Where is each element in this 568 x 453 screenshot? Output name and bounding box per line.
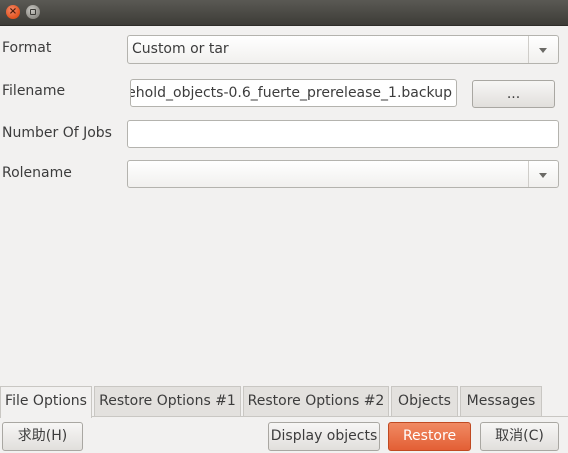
filename-field[interactable]: sehold_objects-0.6_fuerte_prerelease_1.b… bbox=[130, 79, 457, 107]
filename-value: sehold_objects-0.6_fuerte_prerelease_1.b… bbox=[130, 85, 452, 101]
rolename-label: Rolename bbox=[2, 165, 72, 181]
cancel-button[interactable]: 取消(C) bbox=[480, 422, 559, 451]
format-combo[interactable]: Custom or tar bbox=[127, 35, 559, 64]
chevron-down-icon bbox=[528, 161, 558, 187]
format-label: Format bbox=[2, 40, 52, 56]
chevron-down-icon bbox=[528, 36, 558, 63]
tab-restore-options-1[interactable]: Restore Options #1 bbox=[94, 386, 241, 416]
tab-bar: File Options Restore Options #1 Restore … bbox=[0, 386, 568, 418]
filename-label: Filename bbox=[2, 83, 66, 99]
tab-messages[interactable]: Messages bbox=[460, 386, 542, 416]
help-button[interactable]: 求助(H) bbox=[2, 422, 83, 451]
tab-objects[interactable]: Objects bbox=[391, 386, 458, 416]
rolename-combo[interactable] bbox=[127, 160, 559, 188]
tab-file-options[interactable]: File Options bbox=[0, 386, 92, 418]
jobs-label: Number Of Jobs bbox=[2, 125, 112, 141]
browse-button[interactable]: ... bbox=[472, 80, 555, 108]
jobs-field[interactable] bbox=[127, 120, 559, 148]
tab-restore-options-2[interactable]: Restore Options #2 bbox=[243, 386, 389, 416]
display-objects-button[interactable]: Display objects bbox=[268, 422, 380, 451]
close-window-icon[interactable]: × bbox=[6, 5, 20, 19]
restore-button[interactable]: Restore bbox=[388, 422, 471, 451]
title-bar: × bbox=[0, 0, 568, 26]
minimize-window-icon[interactable] bbox=[26, 5, 40, 19]
format-value: Custom or tar bbox=[132, 41, 229, 57]
